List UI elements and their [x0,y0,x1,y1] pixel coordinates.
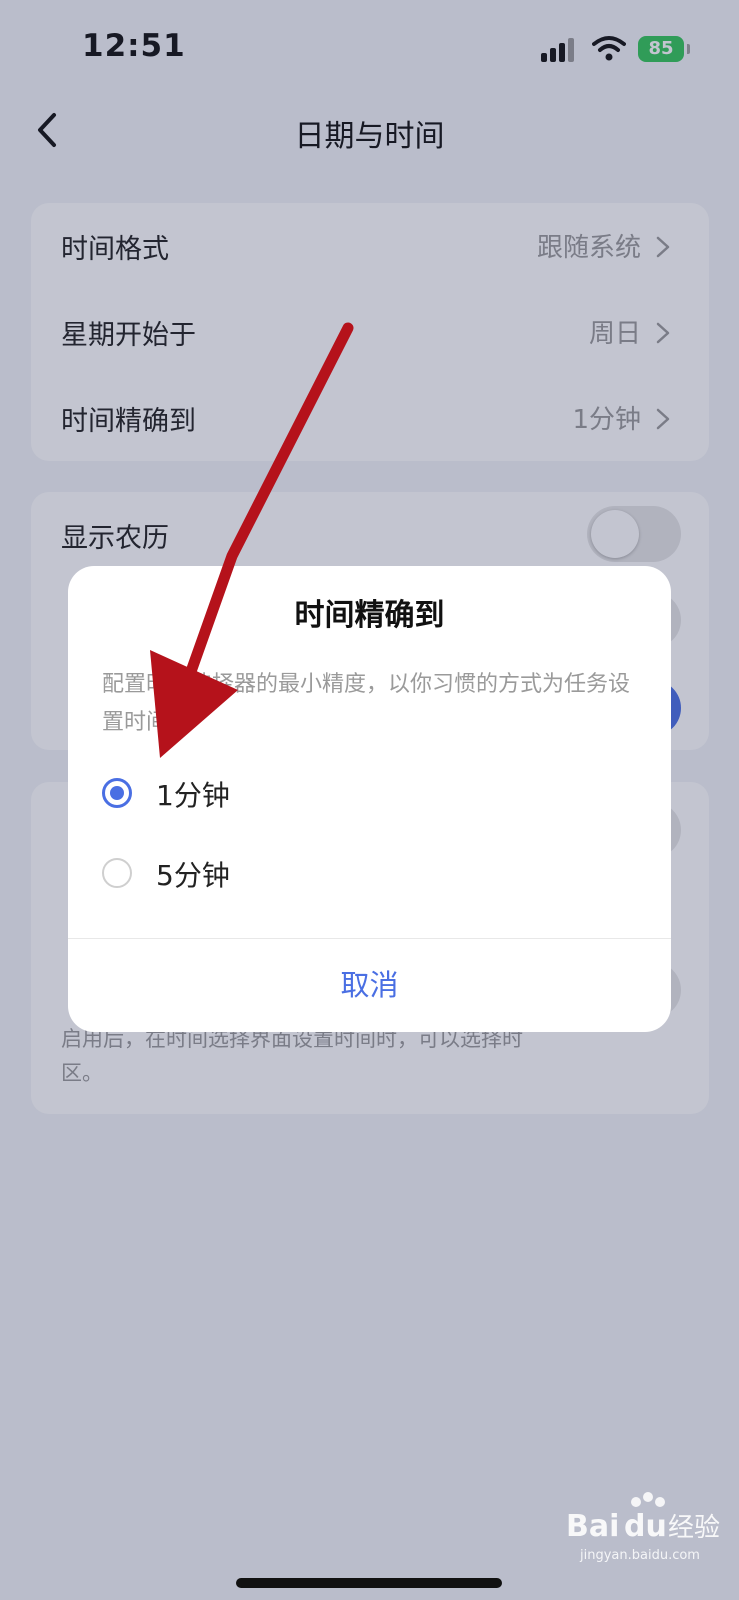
option-label: 1分钟 [156,779,230,812]
watermark-url: jingyan.baidu.com [580,1548,700,1563]
dialog-title: 时间精确到 [294,598,445,633]
radio-selected-icon[interactable] [102,778,132,808]
option-5-minutes[interactable]: 5分钟 [102,844,642,908]
svg-text:Bai: Bai [566,1509,619,1544]
dialog-description: 配置时间选择器的最小精度，以你习惯的方式为任务设置时间。 [102,672,631,735]
home-indicator [236,1578,502,1588]
option-label: 5分钟 [156,859,230,892]
radio-unselected-icon[interactable] [102,858,132,888]
svg-text:du: du [624,1509,667,1544]
svg-text:经验: 经验 [668,1513,720,1543]
cancel-button[interactable]: 取消 [68,939,671,1032]
time-precision-dialog: 时间精确到 配置时间选择器的最小精度，以你习惯的方式为任务设置时间。 1分钟 5… [68,566,671,1032]
baidu-jingyan-watermark: Bai du 经验 [566,1492,720,1544]
option-1-minute[interactable]: 1分钟 [102,764,642,828]
